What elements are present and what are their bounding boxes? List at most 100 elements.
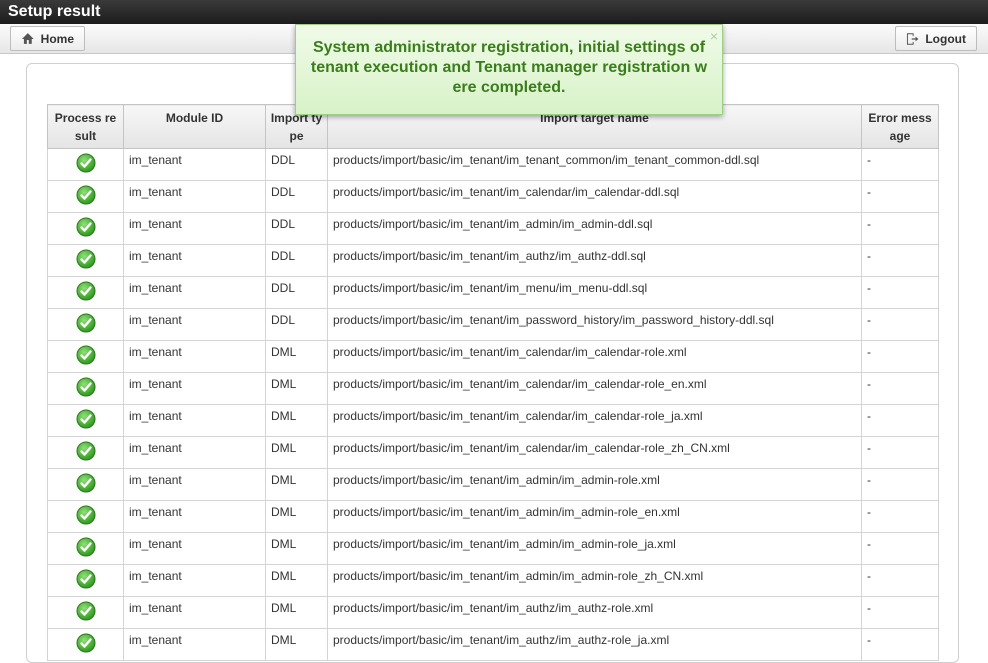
error-message-cell: -	[861, 532, 939, 565]
header-process-result: Process result	[47, 104, 124, 149]
process-result-cell	[47, 468, 124, 501]
import-target-cell: products/import/basic/im_tenant/im_menu/…	[327, 276, 862, 309]
import-target-cell: products/import/basic/im_tenant/im_admin…	[327, 564, 862, 597]
module-id-cell: im_tenant	[123, 372, 266, 405]
check-circle-icon	[76, 153, 96, 173]
table-row: im_tenant DML products/import/basic/im_ten…	[47, 436, 939, 469]
result-table: Process result Module ID Import type Imp…	[47, 104, 939, 661]
check-circle-icon	[76, 345, 96, 365]
import-type-cell: DML	[265, 628, 328, 661]
window-title: Setup result	[0, 0, 988, 24]
check-circle-icon	[76, 185, 96, 205]
module-id-cell: im_tenant	[123, 276, 266, 309]
module-id-cell: im_tenant	[123, 340, 266, 373]
check-circle-icon	[76, 569, 96, 589]
import-type-cell: DML	[265, 532, 328, 565]
import-type-cell: DDL	[265, 180, 328, 213]
error-message-cell: -	[861, 436, 939, 469]
module-id-cell: im_tenant	[123, 596, 266, 629]
import-type-cell: DML	[265, 564, 328, 597]
process-result-cell	[47, 532, 124, 565]
module-id-cell: im_tenant	[123, 404, 266, 437]
table-row: im_tenant DDL products/import/basic/im_ten…	[47, 180, 939, 213]
process-result-cell	[47, 212, 124, 245]
home-icon	[21, 33, 34, 44]
import-target-cell: products/import/basic/im_tenant/im_admin…	[327, 468, 862, 501]
import-target-cell: products/import/basic/im_tenant/im_authz…	[327, 628, 862, 661]
module-id-cell: im_tenant	[123, 468, 266, 501]
check-circle-icon	[76, 601, 96, 621]
import-type-cell: DDL	[265, 276, 328, 309]
error-message-cell: -	[861, 276, 939, 309]
import-type-cell: DML	[265, 468, 328, 501]
import-target-cell: products/import/basic/im_tenant/im_calen…	[327, 404, 862, 437]
error-message-cell: -	[861, 308, 939, 341]
check-circle-icon	[76, 537, 96, 557]
error-message-cell: -	[861, 212, 939, 245]
table-row: im_tenant DML products/import/basic/im_ten…	[47, 500, 939, 533]
module-id-cell: im_tenant	[123, 564, 266, 597]
check-circle-icon	[76, 505, 96, 525]
error-message-cell: -	[861, 628, 939, 661]
import-target-cell: products/import/basic/im_tenant/im_calen…	[327, 436, 862, 469]
table-row: im_tenant DDL products/import/basic/im_ten…	[47, 244, 939, 277]
check-circle-icon	[76, 249, 96, 269]
table-row: im_tenant DDL products/import/basic/im_ten…	[47, 212, 939, 245]
error-message-cell: -	[861, 180, 939, 213]
check-circle-icon	[76, 473, 96, 493]
import-type-cell: DML	[265, 372, 328, 405]
table-row: im_tenant DML products/import/basic/im_ten…	[47, 532, 939, 565]
table-row: im_tenant DDL products/import/basic/im_ten…	[47, 148, 939, 181]
table-row: im_tenant DML products/import/basic/im_ten…	[47, 596, 939, 629]
module-id-cell: im_tenant	[123, 628, 266, 661]
home-button[interactable]: Home	[10, 26, 85, 51]
header-error-message: Error message	[861, 104, 939, 149]
process-result-cell	[47, 372, 124, 405]
import-type-cell: DDL	[265, 148, 328, 181]
table-row: im_tenant DML products/import/basic/im_ten…	[47, 468, 939, 501]
process-result-cell	[47, 244, 124, 277]
completion-notice: × System administrator registration, ini…	[295, 24, 723, 115]
check-circle-icon	[76, 313, 96, 333]
process-result-cell	[47, 596, 124, 629]
module-id-cell: im_tenant	[123, 212, 266, 245]
check-circle-icon	[76, 377, 96, 397]
module-id-cell: im_tenant	[123, 180, 266, 213]
import-target-cell: products/import/basic/im_tenant/im_authz…	[327, 596, 862, 629]
process-result-cell	[47, 564, 124, 597]
logout-button-label: Logout	[925, 31, 966, 46]
import-type-cell: DDL	[265, 308, 328, 341]
module-id-cell: im_tenant	[123, 244, 266, 277]
module-id-cell: im_tenant	[123, 308, 266, 341]
table-row: im_tenant DML products/import/basic/im_ten…	[47, 340, 939, 373]
import-target-cell: products/import/basic/im_tenant/im_calen…	[327, 372, 862, 405]
import-type-cell: DML	[265, 404, 328, 437]
table-row: im_tenant DDL products/import/basic/im_ten…	[47, 308, 939, 341]
import-type-cell: DML	[265, 340, 328, 373]
table-row: im_tenant DML products/import/basic/im_ten…	[47, 628, 939, 661]
close-icon[interactable]: ×	[710, 26, 718, 46]
import-target-cell: products/import/basic/im_tenant/im_passw…	[327, 308, 862, 341]
error-message-cell: -	[861, 372, 939, 405]
check-circle-icon	[76, 217, 96, 237]
module-id-cell: im_tenant	[123, 436, 266, 469]
module-id-cell: im_tenant	[123, 148, 266, 181]
logout-button[interactable]: Logout	[895, 26, 977, 51]
notice-message: System administrator registration, initi…	[310, 39, 708, 96]
error-message-cell: -	[861, 500, 939, 533]
process-result-cell	[47, 404, 124, 437]
check-circle-icon	[76, 409, 96, 429]
import-type-cell: DML	[265, 436, 328, 469]
error-message-cell: -	[861, 244, 939, 277]
table-row: im_tenant DML products/import/basic/im_ten…	[47, 404, 939, 437]
import-target-cell: products/import/basic/im_tenant/im_calen…	[327, 340, 862, 373]
table-row: im_tenant DML products/import/basic/im_ten…	[47, 372, 939, 405]
logout-icon	[906, 32, 919, 45]
process-result-cell	[47, 436, 124, 469]
process-result-cell	[47, 308, 124, 341]
process-result-cell	[47, 180, 124, 213]
import-target-cell: products/import/basic/im_tenant/im_admin…	[327, 532, 862, 565]
import-target-cell: products/import/basic/im_tenant/im_admin…	[327, 500, 862, 533]
check-circle-icon	[76, 281, 96, 301]
import-target-cell: products/import/basic/im_tenant/im_calen…	[327, 180, 862, 213]
